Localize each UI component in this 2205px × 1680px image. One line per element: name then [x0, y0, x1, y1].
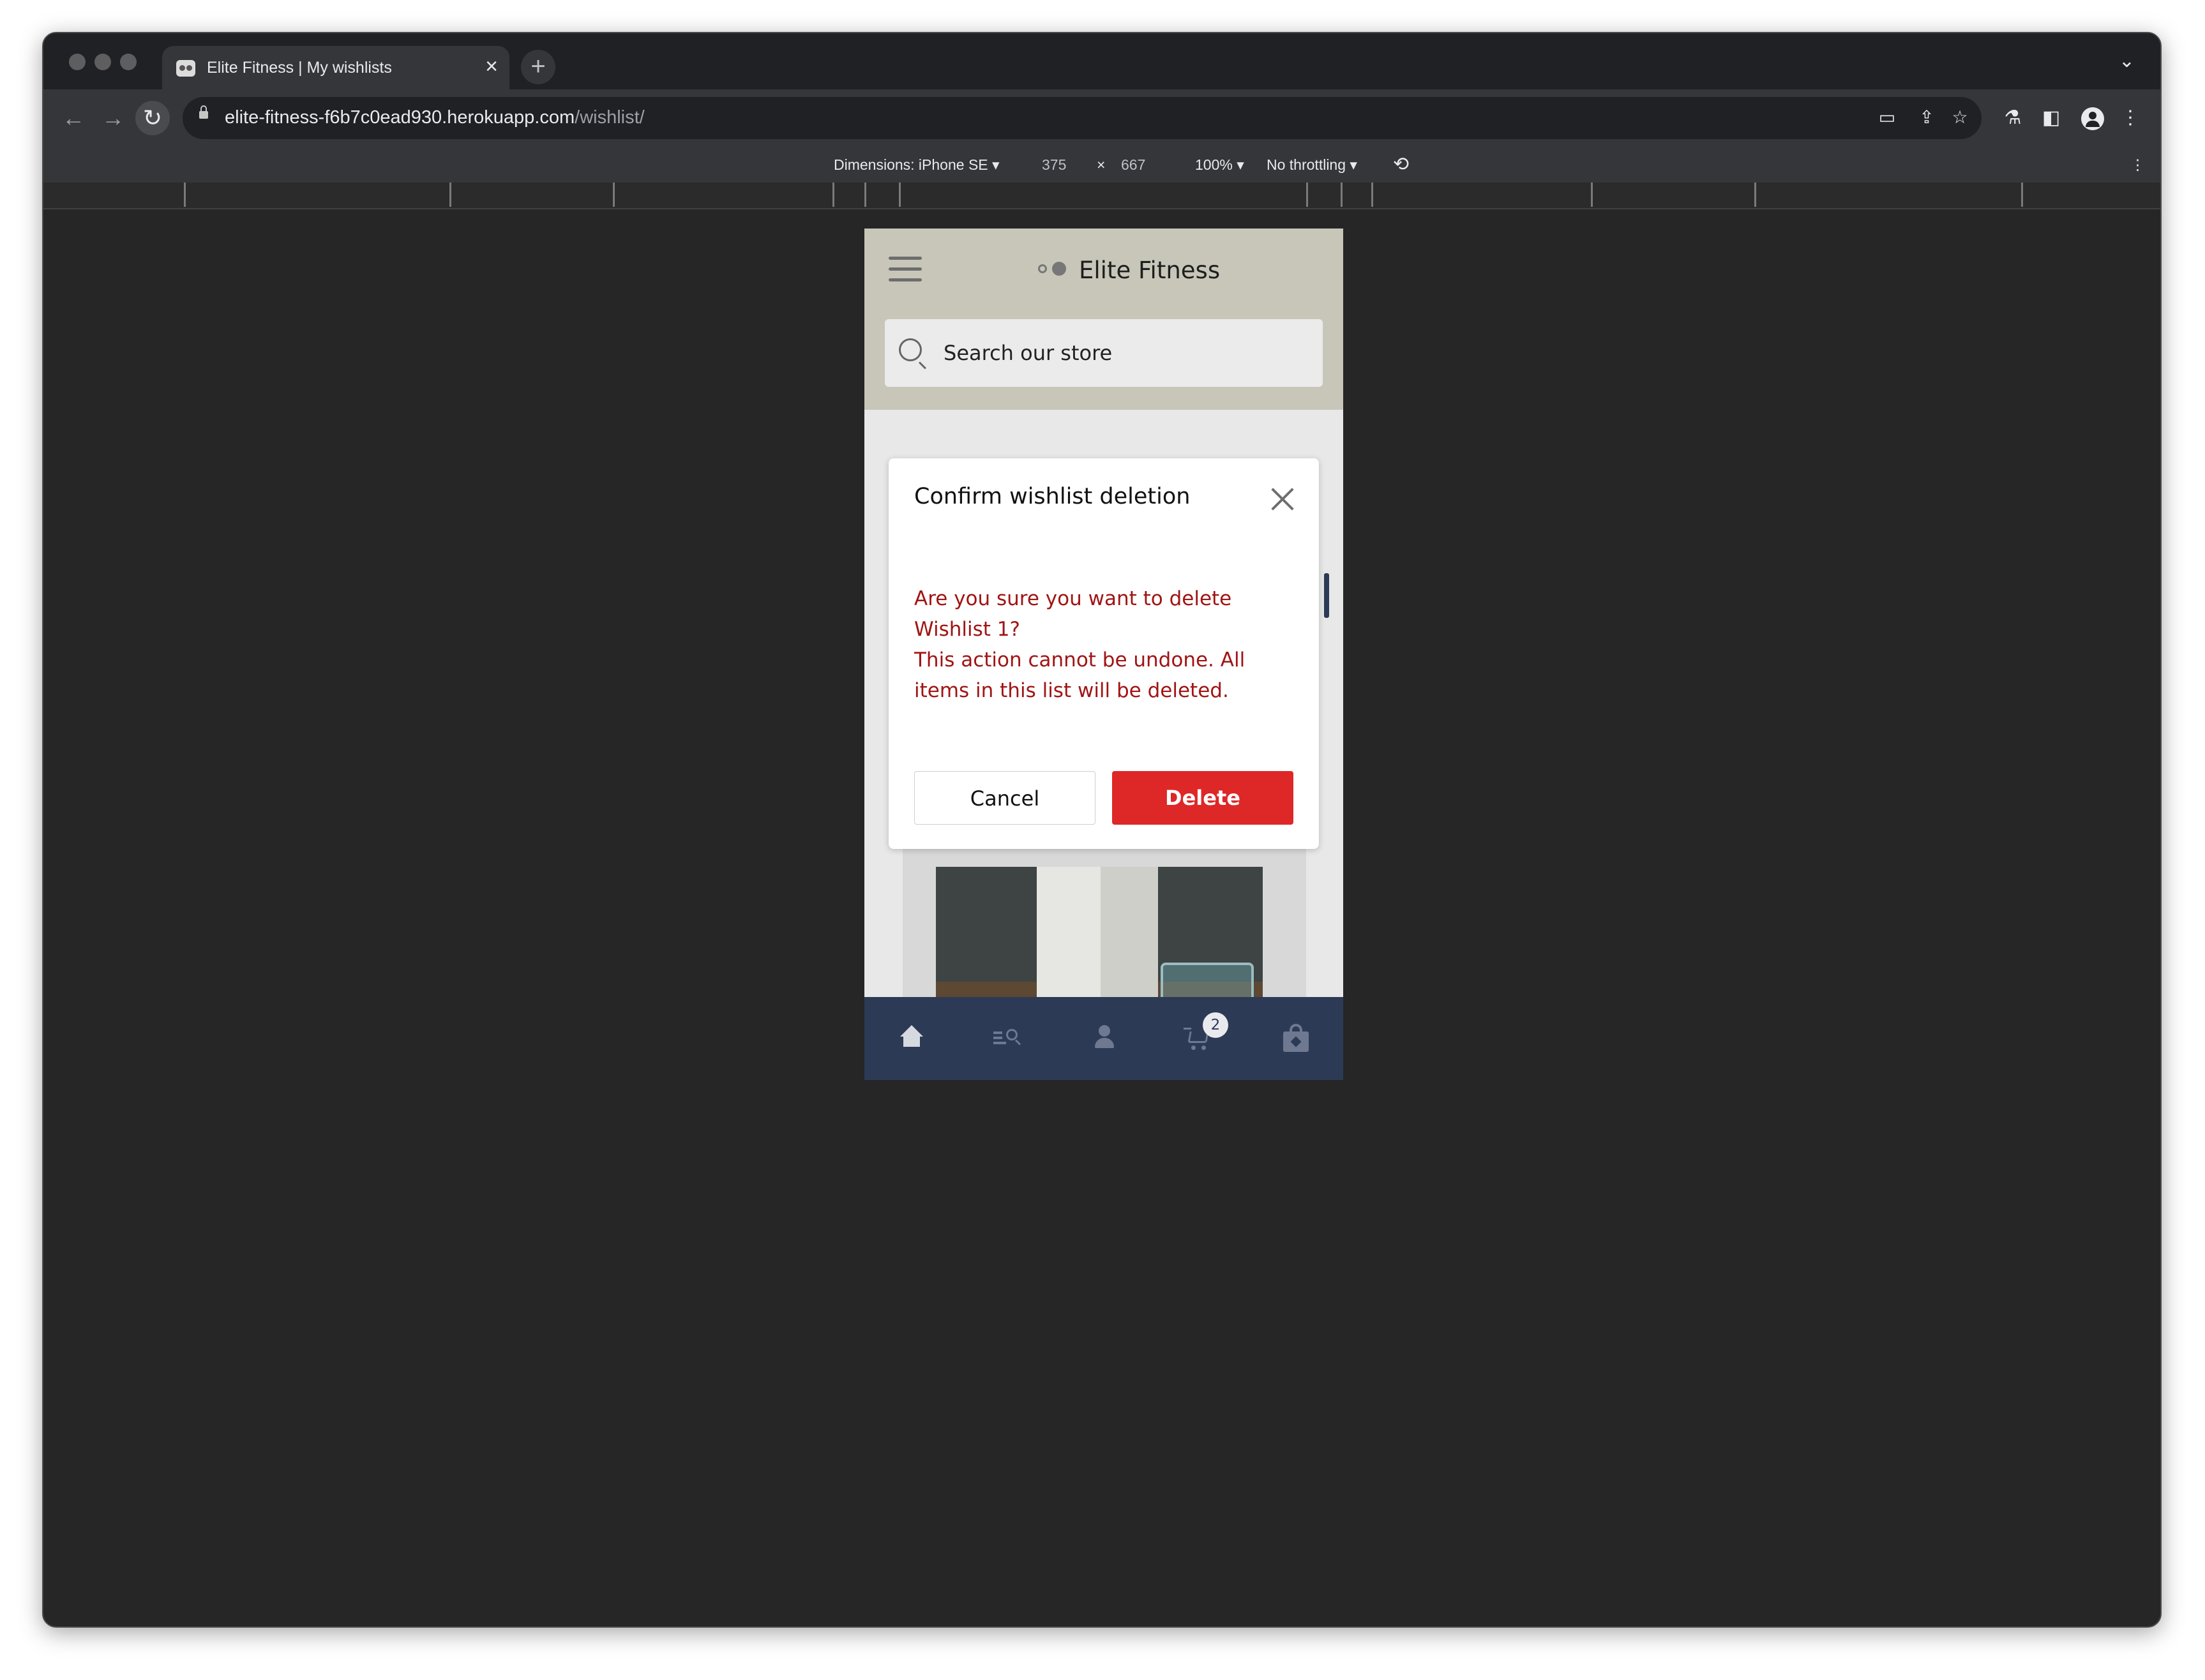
- ruler-tick: [449, 183, 451, 207]
- cart-wheel: [1201, 1046, 1206, 1050]
- ruler-tick: [2021, 183, 2023, 207]
- device-toolbar: Dimensions: iPhone SE ▾ 375 × 667 100% ▾…: [43, 147, 2160, 183]
- address-bar[interactable]: elite-fitness-f6b7c0ead930.herokuapp.com…: [183, 97, 1982, 139]
- browser-tab[interactable]: Elite Fitness | My wishlists ×: [162, 46, 509, 89]
- wishlist-side-element: [1324, 573, 1329, 618]
- device-height-input[interactable]: 667: [1121, 156, 1145, 174]
- minimize-window-button[interactable]: [94, 54, 111, 70]
- zoom-select[interactable]: 100% ▾: [1195, 156, 1244, 174]
- cart-icon[interactable]: 2: [1184, 1012, 1228, 1054]
- forward-button[interactable]: →: [96, 101, 130, 135]
- url-text: elite-fitness-f6b7c0ead930.herokuapp.com…: [225, 107, 645, 128]
- ruler-tick: [1306, 183, 1308, 207]
- browser-toolbar: ← → ↻ elite-fitness-f6b7c0ead930.herokua…: [43, 89, 2160, 147]
- throttling-select[interactable]: No throttling ▾: [1267, 156, 1357, 174]
- home-body: [903, 1035, 920, 1047]
- cart-count-badge: 2: [1203, 1012, 1228, 1038]
- media-query-ruler: [43, 183, 2160, 209]
- browser-menu-button[interactable]: ⋮: [2113, 101, 2148, 135]
- new-tab-button[interactable]: +: [521, 50, 555, 84]
- card-icon[interactable]: ▭: [1874, 105, 1900, 130]
- site-header: Elite Fitness Search our store: [864, 229, 1343, 410]
- delete-button[interactable]: Delete: [1112, 771, 1293, 825]
- side-panel-icon[interactable]: ◧: [2034, 101, 2068, 135]
- ruler-tick: [864, 183, 866, 207]
- list-line: [993, 1037, 1002, 1039]
- confirm-delete-modal: Confirm wishlist deletion Are you sure y…: [889, 458, 1319, 849]
- list-line: [993, 1042, 1006, 1044]
- modal-title: Confirm wishlist deletion: [914, 484, 1191, 509]
- search-placeholder: Search our store: [944, 341, 1113, 365]
- modal-message-line2: This action cannot be undone. All items …: [914, 649, 1245, 702]
- hamburger-menu-icon[interactable]: [889, 257, 922, 282]
- cart-wheel: [1191, 1046, 1196, 1050]
- rotate-device-icon[interactable]: ⟲: [1393, 153, 1409, 176]
- user-icon[interactable]: [1088, 1023, 1120, 1054]
- device-dimensions-select[interactable]: Dimensions: iPhone SE ▾: [834, 156, 1000, 174]
- logo-ring-icon: [1038, 264, 1047, 273]
- maximize-window-button[interactable]: [120, 54, 137, 70]
- ruler-tick: [1754, 183, 1756, 207]
- share-icon[interactable]: ⇪: [1914, 105, 1939, 130]
- close-icon[interactable]: [1268, 485, 1296, 513]
- device-width-input[interactable]: 375: [1042, 156, 1066, 174]
- ruler-tick: [613, 183, 615, 207]
- cart-handle: [1184, 1028, 1191, 1030]
- labs-flask-icon[interactable]: ⚗: [1996, 101, 2030, 135]
- shopping-bag-icon[interactable]: [1279, 1023, 1311, 1054]
- user-body: [1095, 1038, 1114, 1048]
- profile-avatar-icon[interactable]: [2081, 107, 2104, 130]
- ruler-tick: [1341, 183, 1343, 207]
- search-icon: [899, 338, 922, 361]
- search-input[interactable]: Search our store: [885, 319, 1323, 387]
- home-icon[interactable]: [895, 1023, 927, 1054]
- brand-name: Elite Fitness: [1079, 257, 1221, 284]
- mobile-viewport: Elite Fitness Search our store Confirm w…: [864, 229, 1343, 1080]
- title-bar: Elite Fitness | My wishlists × + ⌄: [43, 33, 2160, 89]
- ruler-tick: [1591, 183, 1593, 207]
- search-icon-handle: [918, 361, 926, 370]
- modal-message: Are you sure you want to delete Wishlist…: [914, 583, 1297, 706]
- back-button[interactable]: ←: [56, 101, 91, 135]
- reload-button[interactable]: ↻: [135, 101, 170, 135]
- logo-dot-icon: [1052, 262, 1066, 276]
- ruler-tick: [1371, 183, 1373, 207]
- bookmark-star-icon[interactable]: ☆: [1947, 105, 1973, 130]
- ruler-tick: [184, 183, 186, 207]
- site-favicon-icon: [176, 60, 195, 77]
- tab-close-button[interactable]: ×: [485, 55, 498, 78]
- browser-window: Elite Fitness | My wishlists × + ⌄ ← → ↻…: [42, 32, 2162, 1628]
- device-toolbar-menu[interactable]: ⋮: [2130, 156, 2145, 174]
- tab-list-chevron-icon[interactable]: ⌄: [2119, 50, 2135, 72]
- cancel-button[interactable]: Cancel: [914, 771, 1095, 825]
- modal-message-line1: Are you sure you want to delete Wishlist…: [914, 587, 1232, 641]
- close-window-button[interactable]: [69, 54, 86, 70]
- tab-title: Elite Fitness | My wishlists: [207, 59, 392, 77]
- search-handle: [1014, 1039, 1021, 1046]
- ruler-tick: [832, 183, 834, 207]
- dimensions-times: ×: [1097, 156, 1106, 173]
- ruler-tick: [899, 183, 901, 207]
- list-line: [993, 1031, 1002, 1034]
- search-list-icon[interactable]: [992, 1023, 1024, 1054]
- bottom-nav-bar: 2: [864, 997, 1343, 1080]
- user-head: [1099, 1025, 1110, 1037]
- lock-icon: [199, 105, 208, 119]
